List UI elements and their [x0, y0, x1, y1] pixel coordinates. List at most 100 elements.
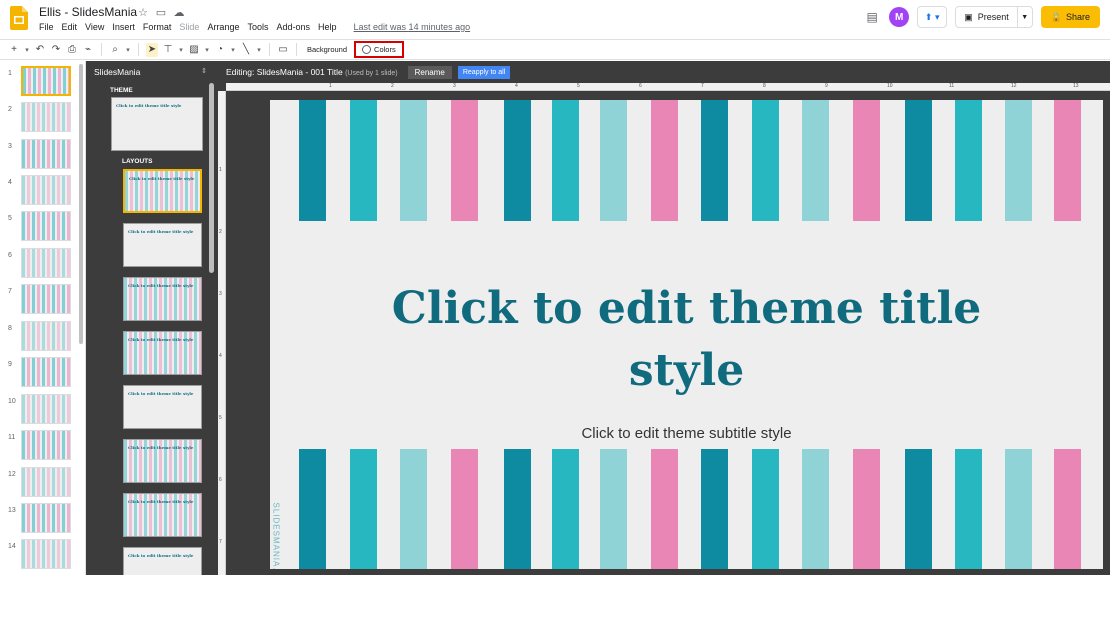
meet-button[interactable]: ⬆ ▾	[917, 6, 948, 28]
line-icon[interactable]: ╲	[240, 43, 252, 57]
text-box-dropdown-icon[interactable]: ▾	[178, 43, 184, 57]
slide-thumbnail-item[interactable]: 2	[0, 102, 85, 134]
present-dropdown-icon[interactable]: ▼	[1018, 14, 1032, 21]
stripe-decoration	[552, 449, 579, 569]
menu-arrange[interactable]: Arrange	[207, 22, 239, 32]
slide-thumbnail[interactable]	[21, 248, 71, 278]
slide-thumbnail-item[interactable]: 6	[0, 248, 85, 280]
document-title[interactable]: Ellis - SlidesMania	[39, 5, 137, 19]
present-button[interactable]: ▣ Present ▼	[955, 6, 1033, 28]
folder-icon[interactable]: ▭	[154, 5, 168, 19]
stripe-decoration	[802, 449, 829, 569]
reapply-to-all-button[interactable]: Reapply to all	[457, 65, 511, 79]
slide-canvas[interactable]: Click to edit theme title style Click to…	[270, 100, 1103, 569]
slide-thumbnail[interactable]	[21, 357, 71, 387]
image-icon[interactable]: ▨	[188, 43, 200, 57]
panel-collapse-icon[interactable]: ⇕	[201, 67, 207, 75]
new-slide-dropdown-icon[interactable]: ▾	[24, 43, 30, 57]
theme-thumbnail[interactable]: Click to edit theme title style	[111, 97, 203, 151]
cloud-icon[interactable]: ☁	[172, 5, 186, 19]
stripe-decoration	[600, 449, 627, 569]
slide-thumbnail-item[interactable]: 12	[0, 467, 85, 499]
menu-view[interactable]: View	[85, 22, 104, 32]
layout-thumbnail[interactable]: Click to edit theme title style	[123, 223, 202, 267]
layout-thumbnail[interactable]: Click to edit theme title style	[123, 331, 202, 375]
colors-button[interactable]: Colors	[354, 41, 404, 58]
slide-thumbnail[interactable]	[21, 394, 71, 424]
slide-thumbnail-item[interactable]: 10	[0, 394, 85, 426]
slide-thumbnail[interactable]	[21, 175, 71, 205]
header-actions: ▤ M ⬆ ▾ ▣ Present ▼ 🔒 Share	[863, 6, 1100, 28]
add-comment-icon[interactable]: ▭	[277, 43, 289, 57]
zoom-dropdown-icon[interactable]: ▾	[125, 43, 131, 57]
panel-title: SlidesMania	[94, 67, 141, 77]
layout-thumbnail[interactable]: Click to edit theme title style	[123, 547, 202, 575]
layout-thumbnail[interactable]: Click to edit theme title style	[123, 385, 202, 429]
slide-filmstrip[interactable]: 1 2 3 4 5 6 7 8 9 10 11 12 13 14	[0, 61, 86, 575]
stripe-decoration	[853, 449, 880, 569]
background-button[interactable]: Background	[304, 45, 350, 54]
slide-title-placeholder[interactable]: Click to edit theme title style	[330, 278, 1043, 402]
line-dropdown-icon[interactable]: ▾	[256, 43, 262, 57]
menu-tools[interactable]: Tools	[247, 22, 268, 32]
menu-insert[interactable]: Insert	[112, 22, 135, 32]
new-slide-icon[interactable]: +	[8, 43, 20, 57]
paint-format-icon[interactable]: ⌁	[82, 43, 94, 57]
horizontal-ruler[interactable]: 1 2 3 4 5 6 7 8 9 10 11 12 13	[226, 83, 1110, 91]
slide-thumbnail-item[interactable]: 5	[0, 211, 85, 243]
menu-format[interactable]: Format	[143, 22, 172, 32]
slides-logo-icon[interactable]	[10, 6, 28, 30]
menu-slide[interactable]: Slide	[179, 22, 199, 32]
redo-icon[interactable]: ↷	[50, 43, 62, 57]
slide-thumbnail[interactable]	[21, 430, 71, 460]
shape-dropdown-icon[interactable]: ▾	[230, 43, 236, 57]
slide-subtitle-placeholder[interactable]: Click to edit theme subtitle style	[370, 425, 1003, 442]
slide-thumbnail[interactable]	[21, 102, 71, 132]
slide-thumbnail[interactable]	[21, 539, 71, 569]
last-edit-link[interactable]: Last edit was 14 minutes ago	[354, 22, 471, 32]
slide-thumbnail-item[interactable]: 7	[0, 284, 85, 316]
rename-button[interactable]: Rename	[407, 65, 452, 79]
slide-thumbnail-item[interactable]: 8	[0, 321, 85, 353]
thumbnail-stripes	[22, 212, 70, 240]
menu-add-ons[interactable]: Add-ons	[276, 22, 310, 32]
menu-file[interactable]: File	[39, 22, 54, 32]
theme-thumbnail-title: Click to edit theme title style	[116, 103, 182, 108]
comment-history-icon[interactable]: ▤	[863, 8, 881, 26]
toolbar-divider	[138, 43, 139, 56]
slide-thumbnail-item[interactable]: 14	[0, 539, 85, 571]
zoom-icon[interactable]: ⌕	[109, 43, 121, 57]
slide-thumbnail[interactable]	[21, 503, 71, 533]
stripe-decoration	[504, 449, 531, 569]
slide-thumbnail[interactable]	[21, 139, 71, 169]
layout-thumbnail[interactable]: Click to edit theme title style	[123, 439, 202, 483]
layout-thumbnail[interactable]: Click to edit theme title style	[123, 169, 202, 213]
slide-thumbnail-item[interactable]: 4	[0, 175, 85, 207]
vertical-ruler[interactable]: 1 2 3 4 5 6 7	[218, 91, 226, 575]
slide-thumbnail[interactable]	[21, 66, 71, 96]
slide-thumbnail-item[interactable]: 11	[0, 430, 85, 462]
undo-icon[interactable]: ↶	[34, 43, 46, 57]
slide-thumbnail[interactable]	[21, 211, 71, 241]
slide-thumbnail-item[interactable]: 13	[0, 503, 85, 535]
text-box-icon[interactable]: ⊤	[162, 43, 174, 57]
star-icon[interactable]: ☆	[136, 5, 150, 19]
avatar[interactable]: M	[889, 7, 910, 27]
slide-thumbnail[interactable]	[21, 467, 71, 497]
menu-help[interactable]: Help	[318, 22, 337, 32]
slide-thumbnail-item[interactable]: 3	[0, 139, 85, 171]
stripe-decoration	[1005, 449, 1032, 569]
menu-edit[interactable]: Edit	[62, 22, 78, 32]
print-icon[interactable]: ⎙	[66, 43, 78, 57]
slide-thumbnail[interactable]	[21, 321, 71, 351]
slide-thumbnail[interactable]	[21, 284, 71, 314]
layout-thumbnail[interactable]: Click to edit theme title style	[123, 277, 202, 321]
select-cursor-icon[interactable]: ➤	[146, 42, 158, 57]
slide-thumbnail-item[interactable]: 9	[0, 357, 85, 389]
slide-thumbnail-item[interactable]: 1	[0, 66, 85, 98]
panel-scrollbar[interactable]	[209, 83, 214, 273]
image-dropdown-icon[interactable]: ▾	[204, 43, 210, 57]
layout-thumbnail[interactable]: Click to edit theme title style	[123, 493, 202, 537]
share-button[interactable]: 🔒 Share	[1040, 6, 1100, 28]
shape-icon[interactable]: ◔	[214, 43, 226, 57]
